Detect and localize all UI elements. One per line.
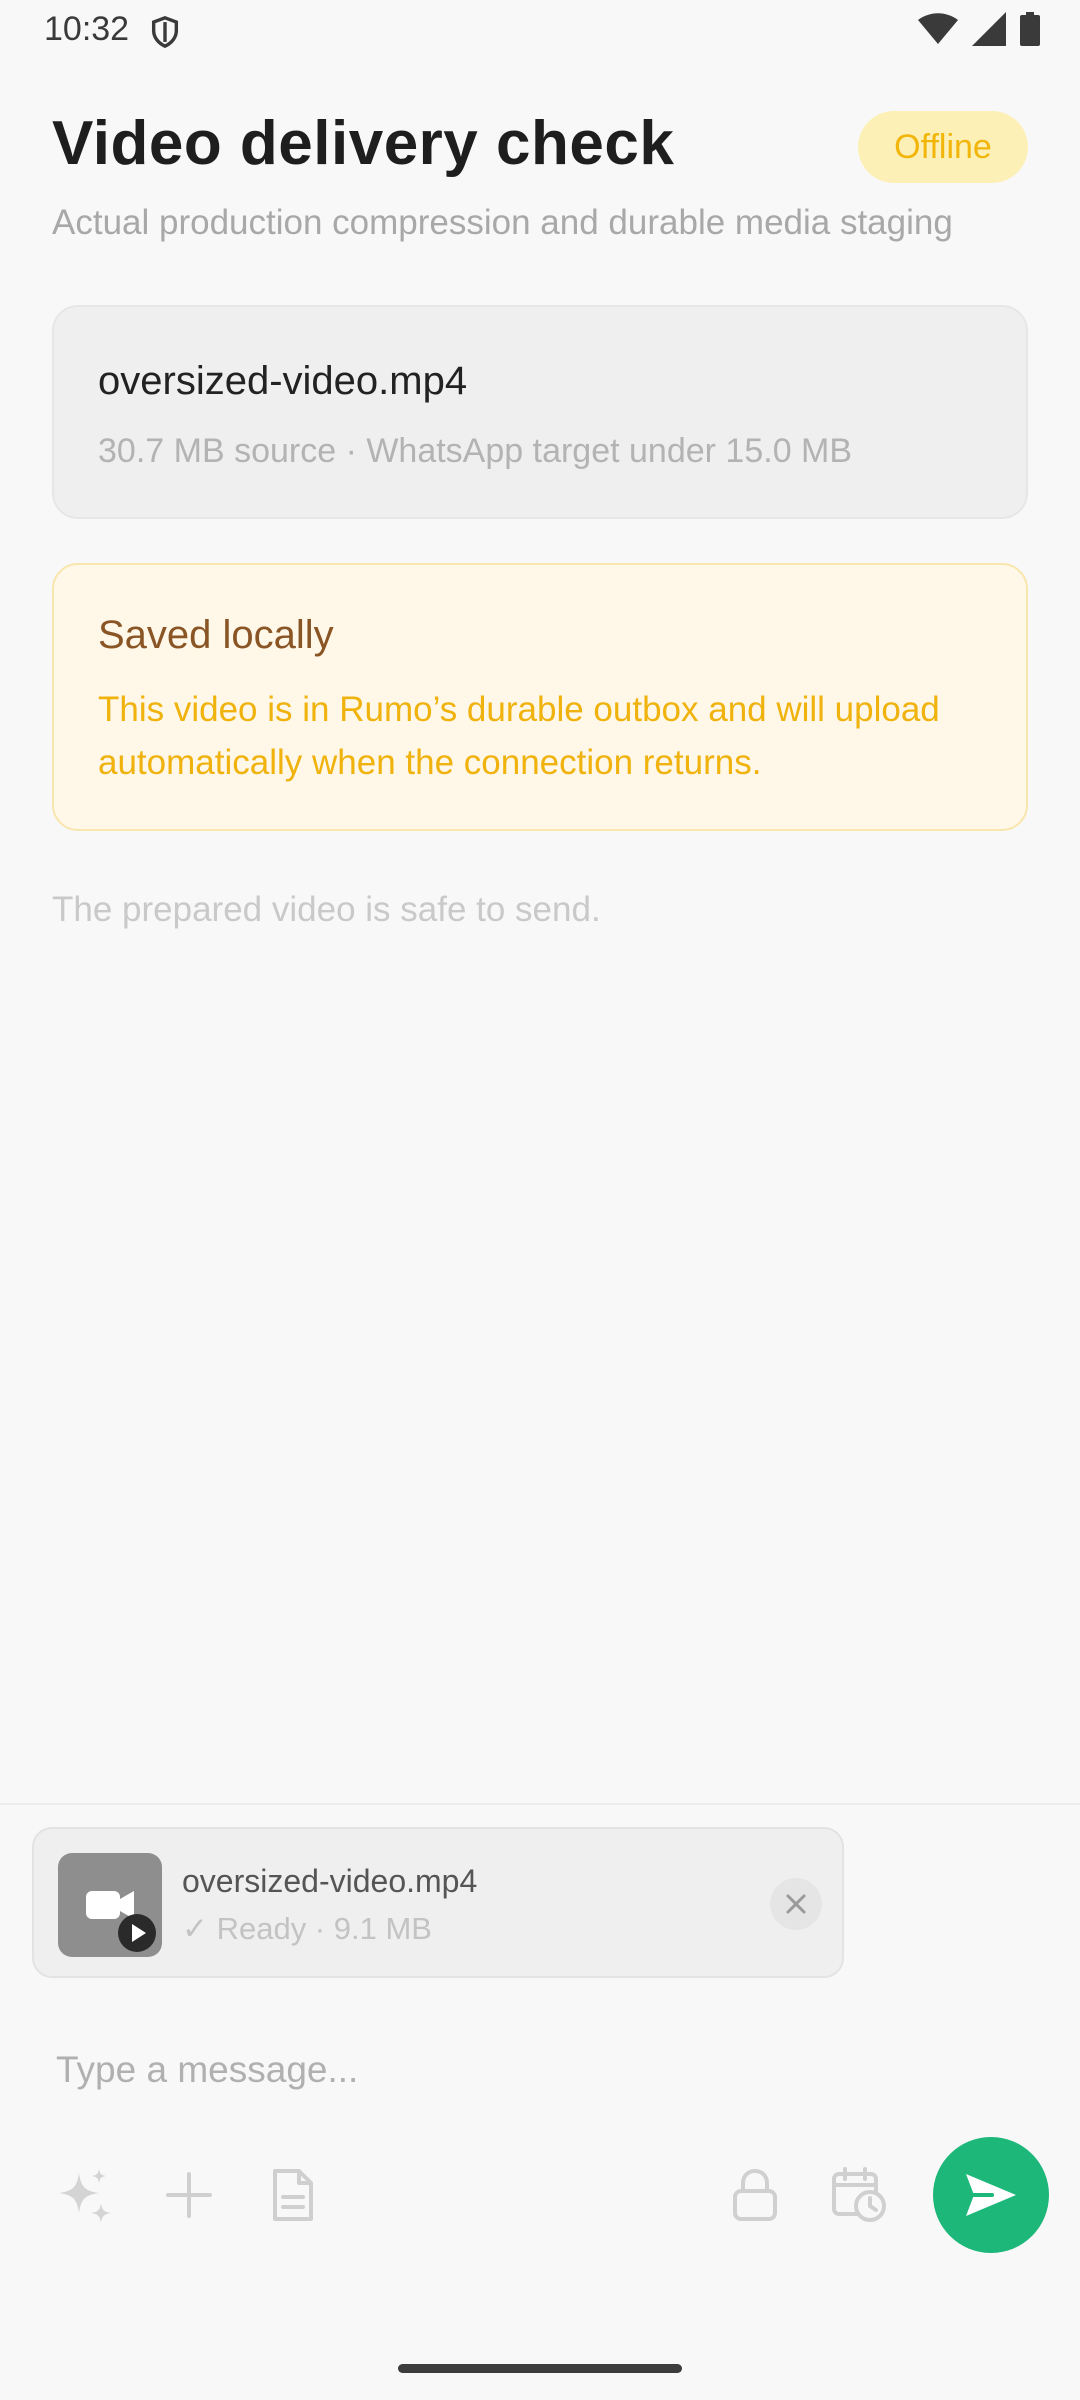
remove-attachment-button[interactable] [770,1878,822,1930]
source-file-card: oversized-video.mp4 30.7 MB source · Wha… [52,305,1028,519]
file-name: oversized-video.mp4 [98,359,468,403]
sparkles-icon [59,2169,111,2223]
offline-status-badge: Offline [858,111,1028,183]
saved-locally-notice: Saved locally This video is in Rumo’s du… [52,563,1028,831]
attachment-thumbnail [58,1853,162,1957]
add-attachment-button[interactable] [154,2160,224,2230]
send-button[interactable] [933,2137,1049,2253]
attachment-chip[interactable]: oversized-video.mp4 ✓ Ready · 9.1 MB [32,1827,844,1978]
composer-divider [0,1803,1080,1805]
attachment-name: oversized-video.mp4 [182,1863,478,1899]
video-camera-icon [86,1891,156,1952]
notice-body: This video is in Rumo’s durable outbox a… [98,690,940,782]
document-icon [273,2169,313,2221]
lock-button[interactable] [720,2160,790,2230]
status-bar: 10:32 [0,0,1080,62]
lock-icon [733,2168,777,2221]
signal-icon [972,12,1006,46]
document-button[interactable] [258,2160,328,2230]
home-indicator[interactable] [398,2364,682,2373]
page-title: Video delivery check [52,109,675,178]
calendar-clock-icon [832,2167,886,2222]
page-subtitle: Actual production compression and durabl… [52,203,953,242]
plus-icon [166,2172,212,2218]
safe-to-send-message: The prepared video is safe to send. [52,890,601,929]
battery-icon [1020,12,1040,46]
status-time: 10:32 [44,10,130,48]
schedule-message-button[interactable] [824,2160,894,2230]
ai-assist-button[interactable] [50,2160,120,2230]
notice-title: Saved locally [98,613,334,657]
wifi-icon [918,13,958,44]
status-icons [918,12,1040,46]
shield-icon [151,16,179,49]
attachment-status: ✓ Ready · 9.1 MB [182,1911,432,1946]
close-icon [786,1894,806,1914]
message-input[interactable] [56,2040,1016,2100]
file-meta: 30.7 MB source · WhatsApp target under 1… [98,432,853,470]
send-icon [966,2174,1016,2216]
